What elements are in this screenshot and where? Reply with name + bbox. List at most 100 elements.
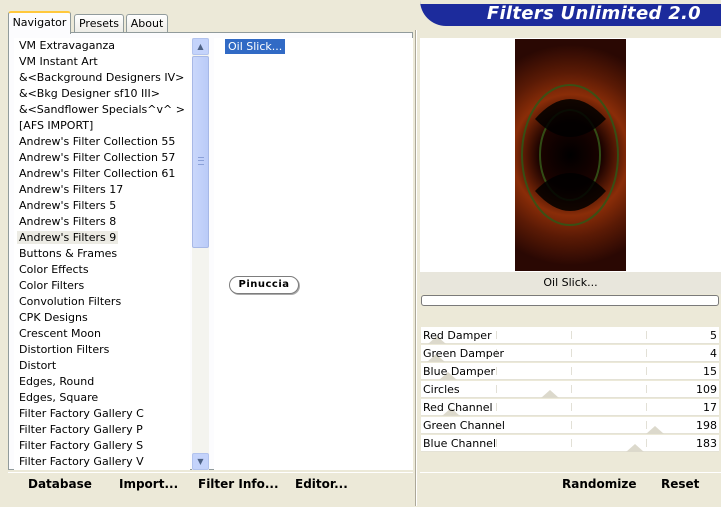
banner-title: Filters Unlimited 2.0 bbox=[486, 3, 701, 24]
category-label: Andrew's Filters 17 bbox=[19, 183, 124, 196]
slider-label: Blue Damper bbox=[423, 365, 496, 378]
scroll-up-arrow-icon[interactable]: ▲ bbox=[192, 38, 209, 55]
slider-label: Red Channel bbox=[423, 401, 493, 414]
editor-button[interactable]: Editor... bbox=[295, 472, 348, 496]
filter-info-button[interactable]: Filter Info... bbox=[198, 472, 279, 496]
randomize-button[interactable]: Randomize bbox=[562, 472, 636, 496]
category-item[interactable]: [AFS IMPORT] bbox=[14, 118, 190, 134]
panel-divider bbox=[415, 30, 417, 506]
category-item[interactable]: Andrew's Filters 9 bbox=[14, 230, 190, 246]
category-label: Andrew's Filter Collection 61 bbox=[19, 167, 176, 180]
category-label: Distort bbox=[19, 359, 57, 372]
slider-tick bbox=[646, 385, 647, 393]
slider-green-channel[interactable]: Green Channel 198 bbox=[421, 417, 719, 434]
slider-tick bbox=[496, 367, 497, 375]
category-label: [AFS IMPORT] bbox=[19, 119, 94, 132]
slider-circles[interactable]: Circles 109 bbox=[421, 381, 719, 398]
import-button[interactable]: Import... bbox=[119, 472, 178, 496]
category-item[interactable]: Crescent Moon bbox=[14, 326, 190, 342]
category-item[interactable]: Andrew's Filter Collection 61 bbox=[14, 166, 190, 182]
category-item[interactable]: Distortion Filters bbox=[14, 342, 190, 358]
progress-bar bbox=[421, 295, 719, 306]
watermark-stamp: Pinuccia bbox=[229, 276, 299, 294]
database-button[interactable]: Database bbox=[28, 472, 92, 496]
category-item[interactable]: &<Sandflower Specials^v^ > bbox=[14, 102, 190, 118]
category-item[interactable]: VM Extravaganza bbox=[14, 38, 190, 54]
slider-label: Green Channel bbox=[423, 419, 505, 432]
category-label: CPK Designs bbox=[19, 311, 88, 324]
slider-tick bbox=[571, 403, 572, 411]
slider-value: 4 bbox=[710, 347, 717, 360]
slider-tick bbox=[646, 331, 647, 339]
category-item[interactable]: Filter Factory Gallery S bbox=[14, 438, 190, 454]
category-item[interactable]: CPK Designs bbox=[14, 310, 190, 326]
banner: Filters Unlimited 2.0 bbox=[420, 0, 721, 26]
slider-tick bbox=[571, 385, 572, 393]
slider-tick bbox=[646, 349, 647, 357]
preview-image bbox=[515, 39, 626, 271]
filter-item-oil-slick[interactable]: Oil Slick... bbox=[225, 39, 286, 54]
category-item[interactable]: Filter Factory Gallery V bbox=[14, 454, 190, 470]
category-item[interactable]: Andrew's Filter Collection 57 bbox=[14, 150, 190, 166]
tab-about[interactable]: About bbox=[126, 14, 168, 33]
category-label: Filter Factory Gallery C bbox=[19, 407, 144, 420]
category-item[interactable]: &<Background Designers IV> bbox=[14, 70, 190, 86]
slider-value: 183 bbox=[696, 437, 717, 450]
category-label: Filter Factory Gallery V bbox=[19, 455, 144, 468]
slider-value: 198 bbox=[696, 419, 717, 432]
slider-tick bbox=[496, 439, 497, 447]
slider-label: Blue Channel bbox=[423, 437, 496, 450]
scroll-down-arrow-icon[interactable]: ▼ bbox=[192, 453, 209, 470]
category-item[interactable]: Edges, Round bbox=[14, 374, 190, 390]
category-item[interactable]: Buttons & Frames bbox=[14, 246, 190, 262]
scrollbar-thumb[interactable] bbox=[192, 56, 209, 248]
slider-thumb[interactable] bbox=[646, 426, 664, 434]
slider-thumb[interactable] bbox=[626, 444, 644, 452]
category-label: Convolution Filters bbox=[19, 295, 122, 308]
slider-label: Green Damper bbox=[423, 347, 505, 360]
category-item[interactable]: Andrew's Filters 5 bbox=[14, 198, 190, 214]
category-item[interactable]: Andrew's Filters 8 bbox=[14, 214, 190, 230]
category-item[interactable]: &<Bkg Designer sf10 III> bbox=[14, 86, 190, 102]
category-label: VM Instant Art bbox=[19, 55, 98, 68]
category-list[interactable]: VM Extravaganza VM Instant Art &<Backgroun… bbox=[14, 38, 190, 470]
category-label: &<Background Designers IV> bbox=[19, 71, 185, 84]
category-label: &<Sandflower Specials^v^ > bbox=[19, 103, 185, 116]
category-item[interactable]: Edges, Square bbox=[14, 390, 190, 406]
preview-filter-name: Oil Slick... bbox=[420, 272, 721, 294]
slider-green-damper[interactable]: Green Damper 4 bbox=[421, 345, 719, 362]
slider-tick bbox=[571, 421, 572, 429]
category-item[interactable]: Color Effects bbox=[14, 262, 190, 278]
category-label: Andrew's Filter Collection 55 bbox=[19, 135, 176, 148]
category-item[interactable]: Andrew's Filters 17 bbox=[14, 182, 190, 198]
category-label: Edges, Round bbox=[19, 375, 95, 388]
category-label: VM Extravaganza bbox=[19, 39, 116, 52]
category-item[interactable]: Filter Factory Gallery C bbox=[14, 406, 190, 422]
slider-label: Red Damper bbox=[423, 329, 492, 342]
category-item[interactable]: Andrew's Filter Collection 55 bbox=[14, 134, 190, 150]
category-item[interactable]: VM Instant Art bbox=[14, 54, 190, 70]
category-item[interactable]: Convolution Filters bbox=[14, 294, 190, 310]
category-scrollbar[interactable]: ▲ ▼ bbox=[192, 38, 209, 470]
category-label: Andrew's Filter Collection 57 bbox=[19, 151, 176, 164]
filter-list[interactable]: Oil Slick... bbox=[214, 38, 413, 470]
slider-tick bbox=[496, 403, 497, 411]
grip-icon bbox=[198, 157, 204, 165]
slider-red-damper[interactable]: Red Damper 5 bbox=[421, 327, 719, 344]
category-item[interactable]: Distort bbox=[14, 358, 190, 374]
reset-button[interactable]: Reset bbox=[661, 472, 699, 496]
slider-blue-channel[interactable]: Blue Channel 183 bbox=[421, 435, 719, 452]
slider-tick bbox=[646, 439, 647, 447]
slider-red-channel[interactable]: Red Channel 17 bbox=[421, 399, 719, 416]
tab-presets[interactable]: Presets bbox=[74, 14, 124, 33]
category-item[interactable]: Color Filters bbox=[14, 278, 190, 294]
tab-navigator[interactable]: Navigator bbox=[8, 11, 71, 34]
category-item[interactable]: Filter Factory Gallery P bbox=[14, 422, 190, 438]
slider-label: Circles bbox=[423, 383, 460, 396]
slider-value: 15 bbox=[703, 365, 717, 378]
category-label: Color Filters bbox=[19, 279, 85, 292]
category-label: Buttons & Frames bbox=[19, 247, 118, 260]
slider-thumb[interactable] bbox=[541, 390, 559, 398]
slider-blue-damper[interactable]: Blue Damper 15 bbox=[421, 363, 719, 380]
slider-tick bbox=[646, 367, 647, 375]
